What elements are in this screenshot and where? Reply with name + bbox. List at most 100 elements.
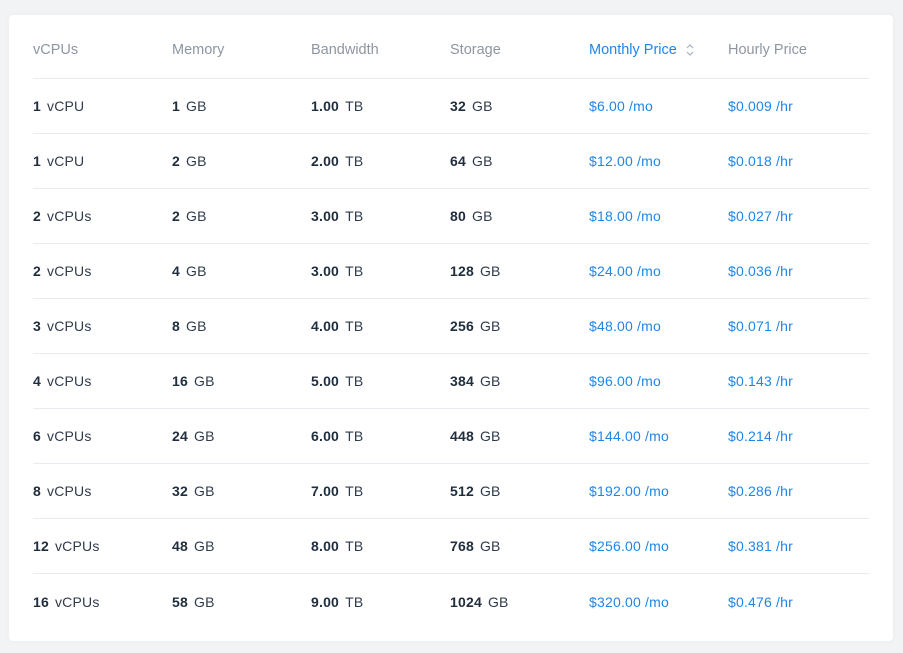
cell-value: $18.00: [589, 208, 634, 224]
cell-value: 1: [172, 98, 180, 114]
storage-cell: 256 GB: [450, 318, 589, 334]
cell-value: 1024: [450, 593, 482, 610]
cell-unit: GB: [186, 263, 207, 279]
cell-unit: /mo: [637, 318, 661, 334]
column-header-storage[interactable]: Storage: [450, 42, 589, 58]
cell-value: 64: [450, 153, 466, 169]
hourly-price-cell: $0.036/hr: [728, 263, 867, 279]
vcpus-cell: 3 vCPUs: [33, 318, 172, 334]
cell-value: 80: [450, 208, 466, 224]
hourly-price-cell: $0.071/hr: [728, 318, 867, 334]
cell-unit: vCPUs: [47, 263, 92, 279]
column-header-label: Hourly Price: [728, 41, 807, 58]
hourly-price-cell: $0.214/hr: [728, 428, 867, 444]
cell-unit: GB: [186, 98, 207, 114]
cell-value: 2: [33, 263, 41, 279]
cell-value: $0.214: [728, 428, 773, 444]
cell-value: $0.009: [728, 98, 773, 114]
column-header-monthly-price[interactable]: Monthly Price: [589, 42, 728, 58]
cell-unit: /mo: [637, 208, 661, 224]
cell-value: 3.00: [311, 208, 340, 224]
storage-cell: 768 GB: [450, 538, 589, 554]
cell-value: $0.018: [728, 153, 773, 169]
table-row[interactable]: 3 vCPUs 8 GB 4.00 TB 256 GB $48.00/mo $0.071/hr: [33, 299, 869, 354]
cell-value: 8: [172, 318, 180, 334]
cell-unit: vCPUs: [47, 483, 92, 499]
cell-unit: /hr: [776, 483, 793, 499]
column-header-hourly-price[interactable]: Hourly Price: [728, 42, 867, 58]
table-row[interactable]: 1 vCPU 1 GB 1.00 TB 32 GB $6.00/mo $0.009/hr: [33, 79, 869, 134]
cell-unit: /mo: [645, 483, 669, 499]
cell-value: 32: [450, 98, 466, 114]
memory-cell: 1 GB: [172, 98, 311, 114]
cell-unit: GB: [479, 483, 501, 499]
cell-value: 6.00: [311, 428, 340, 444]
pricing-table: vCPUs Memory Bandwidth Storage Monthly P…: [33, 15, 869, 629]
memory-cell: 58 GB: [172, 594, 311, 610]
cell-unit: /hr: [776, 538, 793, 554]
cell-unit: GB: [471, 98, 493, 114]
cell-unit: vCPUs: [47, 428, 92, 444]
memory-cell: 32 GB: [172, 483, 311, 499]
cell-unit: /mo: [637, 153, 661, 169]
cell-value: $0.071: [728, 318, 773, 334]
table-row[interactable]: 16 vCPUs 58 GB 9.00 TB 1024 GB $320.00/mo $0.476/…: [33, 574, 869, 629]
monthly-price-cell: $12.00/mo: [589, 153, 728, 169]
hourly-price-cell: $0.009/hr: [728, 98, 867, 114]
vcpus-cell: 12 vCPUs: [33, 538, 172, 554]
cell-value: 3.00: [311, 263, 340, 279]
cell-value: 6: [33, 428, 41, 444]
cell-unit: TB: [345, 263, 364, 279]
cell-value: 4: [33, 373, 41, 389]
cell-unit: vCPU: [47, 153, 85, 169]
table-body: 1 vCPU 1 GB 1.00 TB 32 GB $6.00/mo $0.009/hr 1 vCPU…: [33, 79, 869, 629]
column-header-label: Storage: [450, 41, 501, 58]
memory-cell: 48 GB: [172, 538, 311, 554]
vcpus-cell: 8 vCPUs: [33, 483, 172, 499]
table-row[interactable]: 1 vCPU 2 GB 2.00 TB 64 GB $12.00/mo $0.018/hr: [33, 134, 869, 189]
cell-unit: GB: [479, 263, 501, 279]
column-header-vcpus[interactable]: vCPUs: [33, 42, 172, 58]
cell-value: 384: [450, 373, 474, 389]
sort-chevron-icon[interactable]: [685, 43, 695, 56]
storage-cell: 384 GB: [450, 373, 589, 389]
table-row[interactable]: 8 vCPUs 32 GB 7.00 TB 512 GB $192.00/mo $0.286/hr: [33, 464, 869, 519]
bandwidth-cell: 6.00 TB: [311, 428, 450, 444]
storage-cell: 448 GB: [450, 428, 589, 444]
vcpus-cell: 16 vCPUs: [33, 594, 172, 610]
bandwidth-cell: 1.00 TB: [311, 98, 450, 114]
table-row[interactable]: 2 vCPUs 4 GB 3.00 TB 128 GB $24.00/mo $0.036/hr: [33, 244, 869, 299]
storage-cell: 128 GB: [450, 263, 589, 279]
table-row[interactable]: 6 vCPUs 24 GB 6.00 TB 448 GB $144.00/mo $0.214/hr: [33, 409, 869, 464]
table-row[interactable]: 12 vCPUs 48 GB 8.00 TB 768 GB $256.00/mo $0.381/h…: [33, 519, 869, 574]
cell-value: $320.00: [589, 593, 642, 610]
cell-value: $144.00: [589, 428, 642, 444]
table-row[interactable]: 2 vCPUs 2 GB 3.00 TB 80 GB $18.00/mo $0.027/hr: [33, 189, 869, 244]
hourly-price-cell: $0.381/hr: [728, 538, 867, 554]
cell-value: $0.381: [728, 538, 773, 554]
hourly-price-cell: $0.027/hr: [728, 208, 867, 224]
cell-value: 16: [33, 593, 49, 610]
cell-unit: GB: [479, 318, 501, 334]
cell-unit: /mo: [637, 373, 661, 389]
vcpus-cell: 6 vCPUs: [33, 428, 172, 444]
cell-value: $24.00: [589, 263, 634, 279]
column-header-memory[interactable]: Memory: [172, 42, 311, 58]
cell-unit: /mo: [629, 98, 653, 114]
bandwidth-cell: 8.00 TB: [311, 538, 450, 554]
table-row[interactable]: 4 vCPUs 16 GB 5.00 TB 384 GB $96.00/mo $0.143/hr: [33, 354, 869, 409]
vcpus-cell: 1 vCPU: [33, 153, 172, 169]
cell-unit: GB: [193, 538, 215, 554]
memory-cell: 24 GB: [172, 428, 311, 444]
bandwidth-cell: 2.00 TB: [311, 153, 450, 169]
cell-value: 1: [33, 98, 41, 114]
cell-value: $6.00: [589, 98, 626, 114]
cell-value: 8: [33, 483, 41, 499]
monthly-price-cell: $256.00/mo: [589, 538, 728, 554]
memory-cell: 4 GB: [172, 263, 311, 279]
storage-cell: 512 GB: [450, 483, 589, 499]
cell-unit: GB: [193, 428, 215, 444]
column-header-bandwidth[interactable]: Bandwidth: [311, 42, 450, 58]
cell-value: 512: [450, 483, 474, 499]
column-header-label: vCPUs: [33, 41, 79, 58]
